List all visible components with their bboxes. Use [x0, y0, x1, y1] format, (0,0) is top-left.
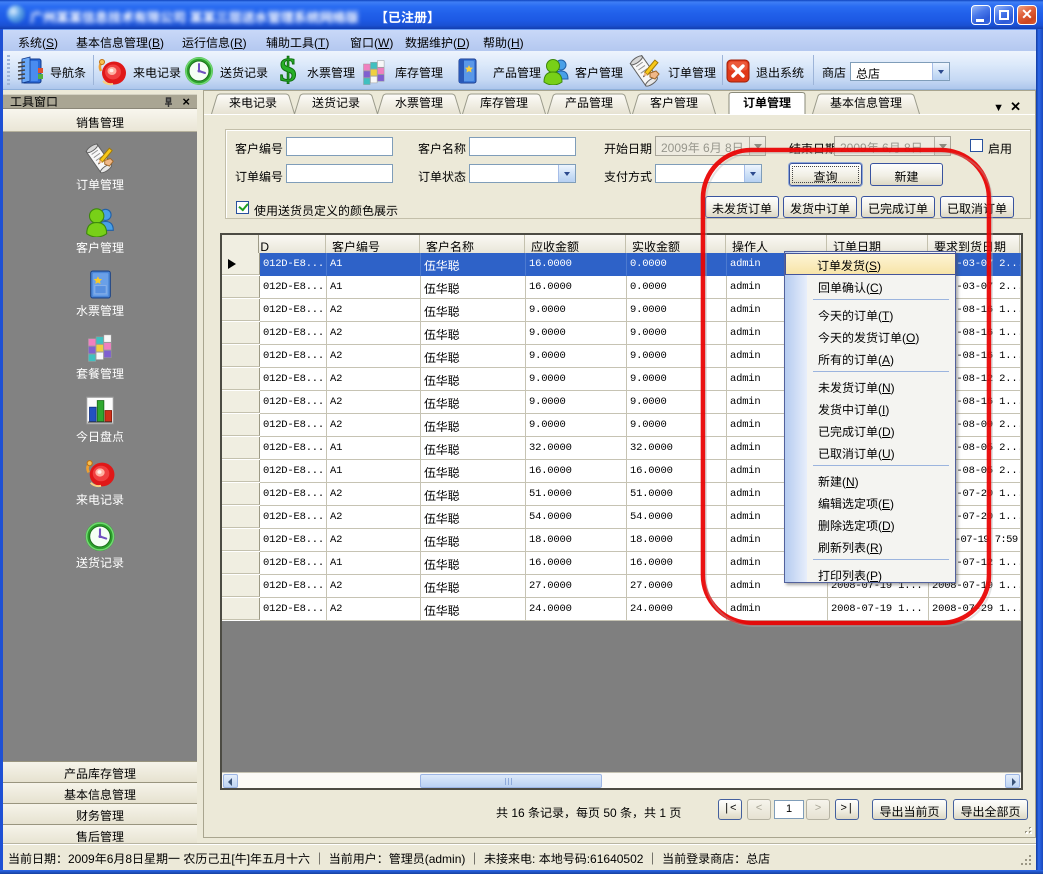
- svg-text:客户管理: 客户管理: [650, 94, 698, 111]
- svg-text:库存管理: 库存管理: [480, 94, 528, 111]
- svg-text:产品管理: 产品管理: [565, 94, 613, 111]
- svg-text:订单管理: 订单管理: [743, 94, 791, 111]
- svg-text:水票管理: 水票管理: [395, 94, 443, 111]
- svg-text:送货记录: 送货记录: [312, 94, 360, 111]
- svg-text:来电记录: 来电记录: [229, 94, 277, 111]
- svg-text:基本信息管理: 基本信息管理: [830, 94, 902, 111]
- svg-text:$: $: [280, 55, 297, 87]
